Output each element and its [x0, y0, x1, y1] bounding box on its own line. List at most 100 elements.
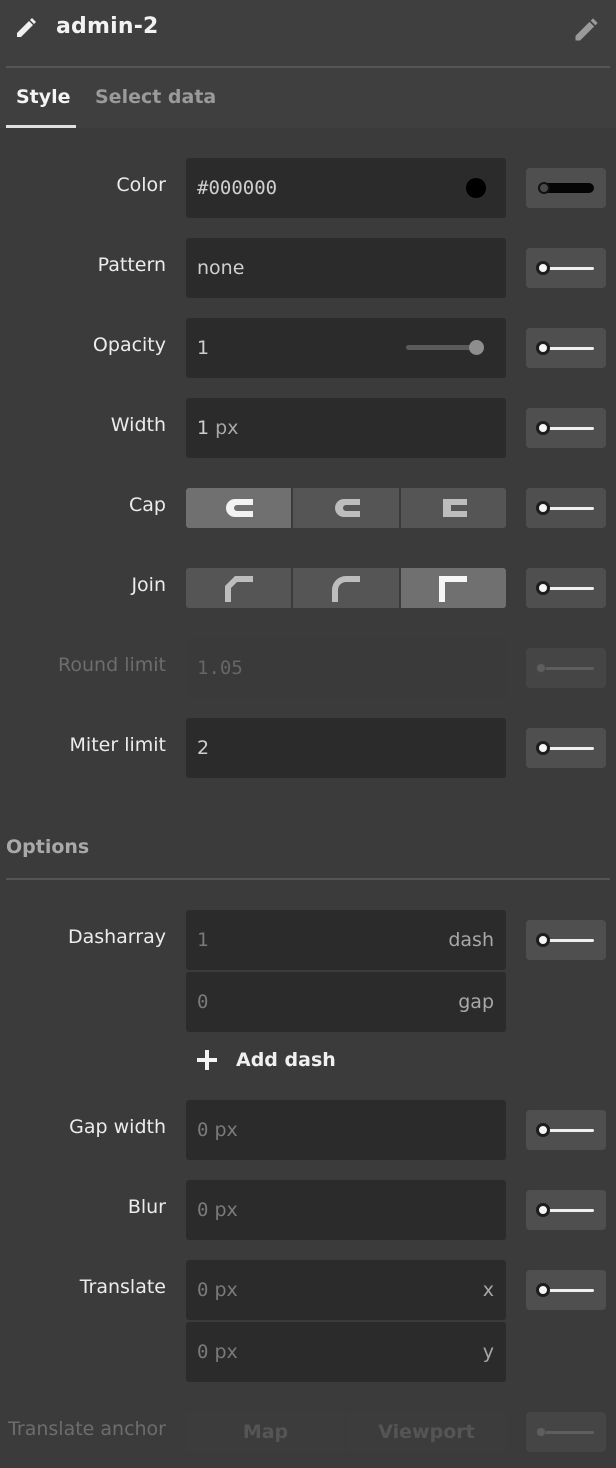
opacity-value: 1 [197, 337, 210, 359]
gap-width-data-toggle[interactable] [526, 1110, 606, 1150]
dash-input[interactable]: 1 dash [186, 910, 506, 970]
bevel-join-icon [224, 576, 253, 602]
round-join-icon [331, 576, 360, 602]
miter-join-icon [439, 576, 468, 602]
toggle-knob [536, 581, 550, 595]
toggle-line [542, 1431, 594, 1434]
dash-value: 1 [197, 929, 209, 951]
anchor-map-option: Map [186, 1412, 345, 1452]
translate-x-input[interactable]: 0 px x [186, 1260, 506, 1320]
add-dash-button[interactable]: Add dash [196, 1046, 336, 1074]
add-dash-label: Add dash [236, 1049, 336, 1071]
toggle-knob [536, 1203, 550, 1217]
width-unit: px [215, 417, 239, 439]
toggle-line [542, 667, 594, 670]
blur-value: 0 [197, 1199, 209, 1221]
width-data-toggle[interactable] [526, 408, 606, 448]
gap-value: 0 [197, 991, 209, 1013]
tab-bar: Style Select data [0, 68, 616, 128]
toggle-knob [536, 1283, 550, 1297]
toggle-knob [536, 421, 550, 435]
pattern-label: Pattern [97, 254, 166, 276]
width-value: 1 [197, 417, 210, 439]
miter-limit-value: 2 [197, 737, 210, 759]
translate-y-unit: px [214, 1341, 238, 1363]
miter-limit-label: Miter limit [69, 734, 166, 756]
pattern-value: none [197, 257, 245, 279]
translate-x-value: 0 [197, 1279, 209, 1301]
toggle-knob [536, 1123, 550, 1137]
square-cap-icon [443, 499, 468, 517]
layer-title: admin-2 [56, 14, 159, 39]
round-limit-value: 1.05 [197, 657, 243, 679]
toggle-knob [536, 261, 550, 275]
width-label: Width [110, 414, 166, 436]
toggle-knob [536, 341, 550, 355]
tab-style[interactable]: Style [16, 86, 71, 108]
gap-width-unit: px [214, 1119, 238, 1141]
opacity-slider-track[interactable] [406, 345, 478, 350]
opacity-data-toggle[interactable] [526, 328, 606, 368]
gap-width-input[interactable]: 0 px [186, 1100, 506, 1160]
square-cap-option[interactable] [400, 488, 506, 528]
dasharray-label: Dasharray [67, 926, 166, 948]
cap-label: Cap [129, 494, 166, 516]
translate-label: Translate [79, 1276, 166, 1298]
miter-join-option[interactable] [400, 568, 506, 608]
translate-anchor-control: Map Viewport [186, 1412, 506, 1452]
join-data-toggle[interactable] [526, 568, 606, 608]
translate-y-suffix: y [482, 1341, 494, 1363]
blur-data-toggle[interactable] [526, 1190, 606, 1230]
translate-x-suffix: x [482, 1279, 494, 1301]
toggle-knob [536, 663, 546, 673]
color-data-toggle[interactable] [526, 168, 606, 208]
gap-width-value: 0 [197, 1119, 209, 1141]
butt-cap-option[interactable] [186, 488, 292, 528]
opacity-slider-knob[interactable] [469, 340, 484, 355]
gap-width-label: Gap width [69, 1116, 166, 1138]
blur-label: Blur [127, 1196, 166, 1218]
opacity-label: Opacity [92, 334, 166, 356]
toggle-knob [538, 182, 550, 194]
toggle-knob [536, 933, 550, 947]
pattern-select[interactable]: none [186, 238, 506, 298]
translate-anchor-label: Translate anchor [8, 1418, 166, 1440]
translate-data-toggle[interactable] [526, 1270, 606, 1310]
translate-anchor-data-toggle [526, 1412, 606, 1452]
gap-suffix: gap [458, 991, 494, 1013]
miter-limit-data-toggle[interactable] [526, 728, 606, 768]
opacity-input[interactable]: 1 [186, 318, 506, 378]
edit-pencil-icon[interactable] [572, 16, 600, 44]
options-section-title: Options [6, 836, 90, 858]
round-cap-option[interactable] [293, 488, 399, 528]
toggle-knob [536, 501, 550, 515]
options-divider [6, 878, 610, 880]
miter-limit-input[interactable]: 2 [186, 718, 506, 778]
join-label: Join [131, 574, 166, 596]
pattern-data-toggle[interactable] [526, 248, 606, 288]
blur-unit: px [214, 1199, 238, 1221]
cap-segmented-control [186, 488, 506, 528]
translate-y-input[interactable]: 0 px y [186, 1322, 506, 1382]
toggle-knob [536, 1427, 546, 1437]
color-value: #000000 [197, 177, 278, 199]
translate-y-value: 0 [197, 1341, 209, 1363]
blur-input[interactable]: 0 px [186, 1180, 506, 1240]
round-cap-icon [334, 499, 360, 517]
cap-data-toggle[interactable] [526, 488, 606, 528]
translate-x-unit: px [214, 1279, 238, 1301]
butt-cap-icon [225, 499, 253, 517]
gap-input[interactable]: 0 gap [186, 972, 506, 1032]
width-input[interactable]: 1 px [186, 398, 506, 458]
color-swatch[interactable] [466, 178, 486, 198]
bevel-join-option[interactable] [186, 568, 292, 608]
round-limit-label: Round limit [58, 654, 166, 676]
tab-select-data[interactable]: Select data [95, 86, 216, 108]
dasharray-data-toggle[interactable] [526, 920, 606, 960]
anchor-viewport-option: Viewport [347, 1412, 506, 1452]
round-join-option[interactable] [293, 568, 399, 608]
round-limit-data-toggle [526, 648, 606, 688]
round-limit-input: 1.05 [186, 638, 506, 698]
color-input[interactable]: #000000 [186, 158, 506, 218]
line-layer-icon [17, 18, 36, 37]
